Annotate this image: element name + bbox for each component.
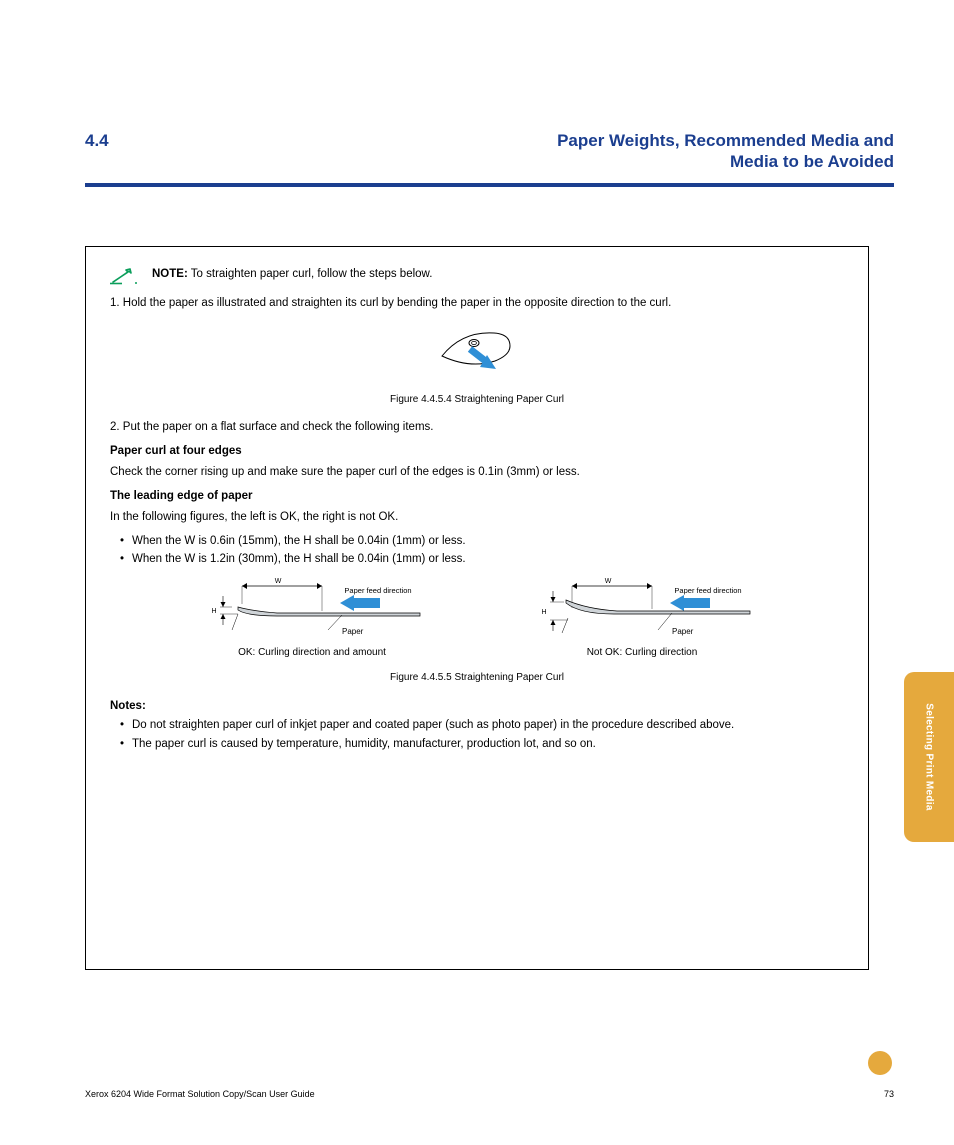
note-body: NOTE: To straighten paper curl, follow t…	[152, 267, 432, 283]
svg-text:Paper: Paper	[672, 627, 694, 636]
svg-text:H: H	[541, 609, 546, 616]
leading-edge-bullets: When the W is 0.6in (15mm), the H shall …	[120, 534, 844, 568]
notes-item-1: Do not straighten paper curl of inkjet p…	[120, 718, 844, 734]
note-icon	[110, 268, 142, 292]
section-title-line1: Paper Weights, Recommended Media and	[557, 131, 894, 150]
step-1: 1. Hold the paper as illustrated and str…	[110, 296, 844, 312]
diagram-not-ok: W Paper feed direction H Paper	[522, 578, 762, 660]
bullet-1: When the W is 0.6in (15mm), the H shall …	[120, 534, 844, 550]
notes-block: Notes: Do not straighten paper curl of i…	[110, 699, 844, 753]
diagram-area: W Paper feed direction H Paper	[110, 578, 844, 660]
section-title-line2: Media to be Avoided	[730, 152, 894, 171]
footer: Xerox 6204 Wide Format Solution Copy/Sca…	[85, 1089, 894, 1099]
figure-1	[110, 321, 844, 387]
leading-edge-text: In the following figures, the left is OK…	[110, 510, 844, 526]
label-w: W	[275, 578, 282, 585]
content-box: NOTE: To straighten paper curl, follow t…	[85, 246, 869, 970]
side-tab-label: Selecting Print Media	[924, 703, 935, 810]
section-number: 4.4	[85, 131, 109, 151]
figure-2-caption: Figure 4.4.5.5 Straightening Paper Curl	[110, 671, 844, 685]
label-feed: Paper feed direction	[344, 586, 411, 595]
figure-1-caption: Figure 4.4.5.4 Straightening Paper Curl	[110, 393, 844, 407]
label-paper: Paper	[342, 627, 364, 636]
leading-edge-heading: The leading edge of paper	[110, 489, 844, 505]
page-header: 4.4 Paper Weights, Recommended Media and…	[0, 130, 954, 187]
diagram-not-ok-caption: Not OK: Curling direction	[587, 646, 698, 660]
notes-label: Notes:	[110, 700, 146, 712]
paper-curl-text: Check the corner rising up and make sure…	[110, 465, 844, 481]
diagram-ok-caption: OK: Curling direction and amount	[238, 646, 386, 660]
header-rule	[85, 183, 894, 187]
paper-curl-heading: Paper curl at four edges	[110, 444, 844, 460]
side-tab: Selecting Print Media	[904, 672, 954, 842]
note-label: NOTE:	[152, 268, 188, 280]
section-title: Paper Weights, Recommended Media and Med…	[557, 130, 894, 173]
note-text: To straighten paper curl, follow the ste…	[191, 268, 433, 280]
paper-bend-illustration	[432, 321, 522, 381]
notes-item-2: The paper curl is caused by temperature,…	[120, 737, 844, 753]
svg-text:Paper feed direction: Paper feed direction	[674, 586, 741, 595]
page-number-bubble	[868, 1051, 892, 1075]
diagram-ok: W Paper feed direction H Paper	[192, 578, 432, 660]
label-h: H	[211, 608, 216, 615]
step-2: 2. Put the paper on a flat surface and c…	[110, 420, 844, 436]
footer-left: Xerox 6204 Wide Format Solution Copy/Sca…	[85, 1089, 315, 1099]
svg-text:W: W	[605, 578, 612, 585]
note-row: NOTE: To straighten paper curl, follow t…	[110, 267, 844, 292]
bullet-2: When the W is 1.2in (30mm), the H shall …	[120, 552, 844, 568]
